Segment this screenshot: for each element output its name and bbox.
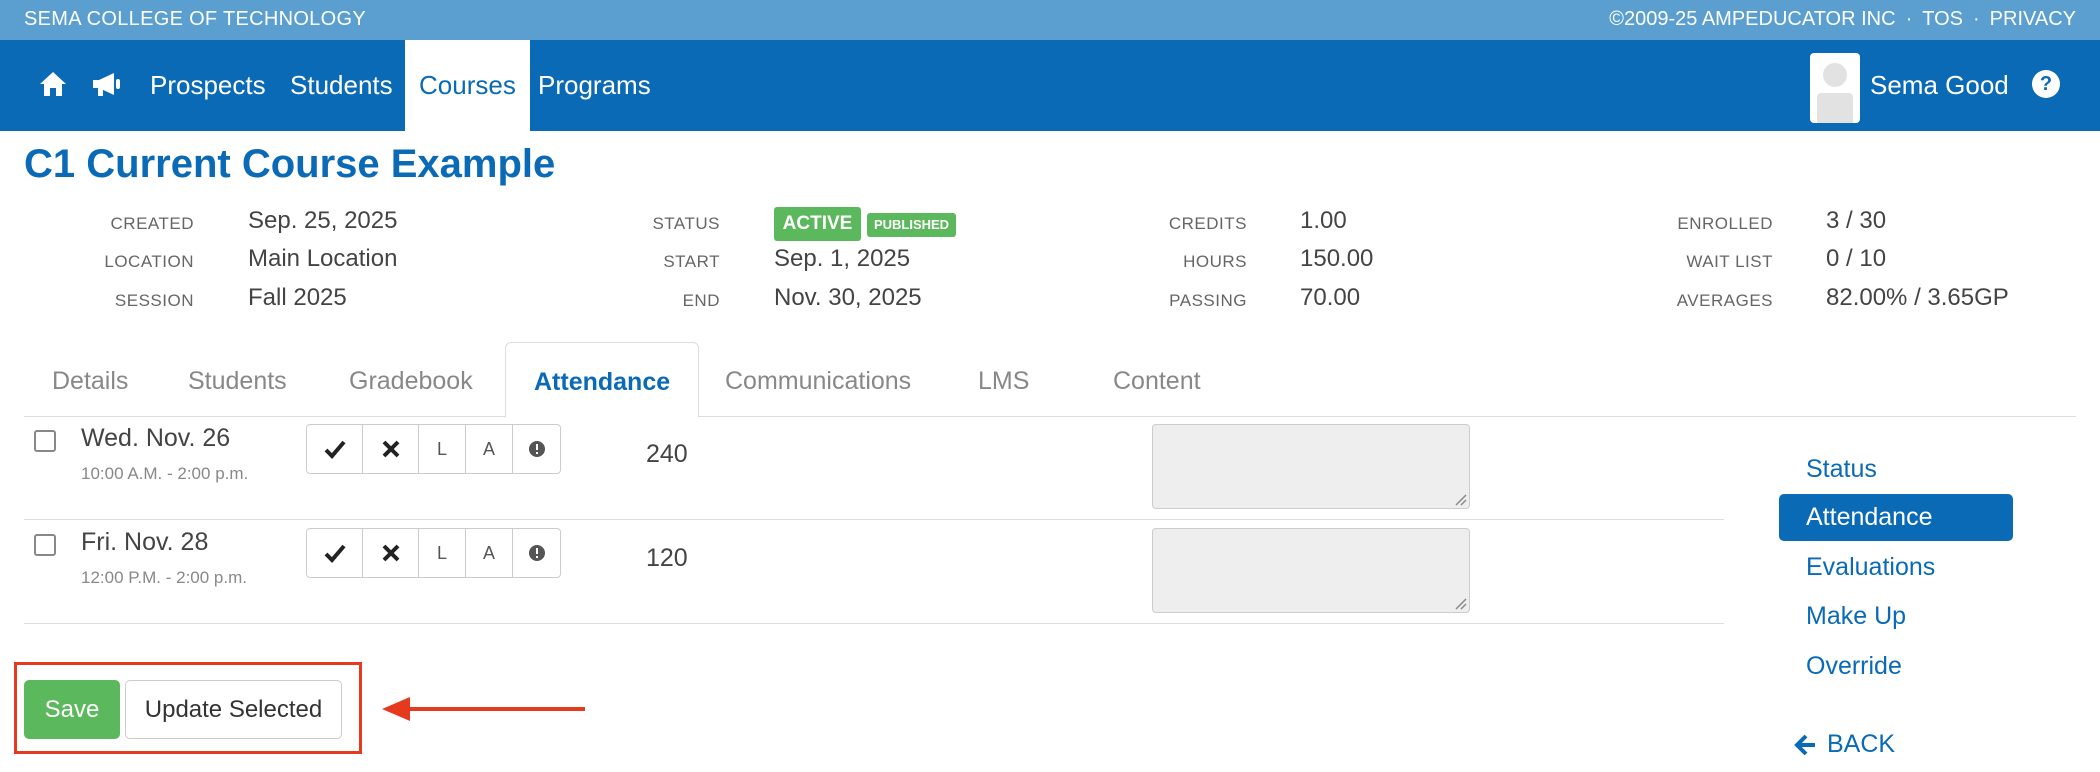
arrow-left-icon	[1794, 734, 1815, 755]
back-link[interactable]: BACK	[1793, 730, 1895, 759]
tab-gradebook[interactable]: Gradebook	[321, 342, 501, 417]
end-value: Nov. 30, 2025	[774, 284, 922, 311]
exclamation-circle-icon[interactable]	[513, 425, 560, 473]
row-checkbox[interactable]	[34, 534, 56, 556]
a-button[interactable]: A	[466, 529, 513, 577]
course-tabs: Details Students Gradebook Attendance Co…	[24, 342, 2076, 418]
nav-courses[interactable]: Courses	[405, 40, 530, 131]
separator: ·	[1973, 8, 1980, 30]
nav-programs[interactable]: Programs	[524, 40, 665, 131]
tab-details[interactable]: Details	[24, 342, 156, 417]
side-menu-status[interactable]: Status	[1779, 446, 2013, 493]
privacy-link[interactable]: PRIVACY	[1990, 8, 2076, 31]
tos-link[interactable]: TOS	[1922, 8, 1963, 31]
location-value: Main Location	[248, 245, 398, 272]
row-date: Fri. Nov. 28	[81, 528, 209, 556]
x-icon[interactable]	[363, 425, 419, 473]
credits-value: 1.00	[1300, 207, 1347, 234]
location-label: LOCATION	[104, 252, 194, 271]
late-button[interactable]: L	[419, 529, 466, 577]
waitlist-value: 0 / 10	[1826, 245, 1887, 272]
created-label: CREATED	[110, 214, 194, 233]
attendance-row: Wed. Nov. 26 10:00 A.M. - 2:00 p.m. L A …	[24, 416, 1724, 520]
attendance-button-group: L A	[306, 424, 561, 474]
nav-prospects[interactable]: Prospects	[136, 40, 280, 131]
check-icon[interactable]	[307, 529, 363, 577]
update-selected-button[interactable]: Update Selected	[125, 680, 342, 739]
user-name[interactable]: Sema Good	[1870, 40, 2009, 131]
hours-value: 150.00	[1300, 245, 1374, 272]
side-menu-override[interactable]: Override	[1779, 643, 2013, 690]
published-badge: PUBLISHED	[867, 213, 956, 237]
row-minutes: 240	[646, 440, 688, 468]
averages-label: AVERAGES	[1676, 291, 1773, 310]
waitlist-label: WAIT LIST	[1686, 252, 1773, 271]
enrolled-value: 3 / 30	[1826, 207, 1887, 234]
session-value: Fall 2025	[248, 284, 347, 311]
attendance-button-group: L A	[306, 528, 561, 578]
back-label: BACK	[1827, 730, 1896, 758]
row-minutes: 120	[646, 544, 688, 572]
passing-value: 70.00	[1300, 284, 1361, 311]
tab-students[interactable]: Students	[160, 342, 315, 417]
separator: ·	[1905, 8, 1913, 30]
side-menu-evaluations[interactable]: Evaluations	[1779, 544, 2013, 591]
home-icon[interactable]	[37, 68, 71, 102]
top-strip: SEMA COLLEGE OF TECHNOLOGY ©2009-25 AMPE…	[0, 0, 2100, 40]
created-value: Sep. 25, 2025	[248, 207, 398, 234]
start-label: START	[663, 252, 720, 271]
x-icon[interactable]	[363, 529, 419, 577]
megaphone-icon[interactable]	[90, 68, 124, 102]
save-button[interactable]: Save	[24, 680, 120, 739]
side-menu-attendance[interactable]: Attendance	[1779, 494, 2013, 541]
a-button[interactable]: A	[466, 425, 513, 473]
end-label: END	[682, 291, 720, 310]
tab-content[interactable]: Content	[1085, 342, 1229, 417]
question-circle-icon[interactable]: ?	[2032, 70, 2060, 98]
top-strip-links: ©2009-25 AMPEDUCATOR INC · TOS · PRIVACY	[1609, 8, 2076, 31]
school-name: SEMA COLLEGE OF TECHNOLOGY	[24, 8, 366, 30]
nav-students[interactable]: Students	[276, 40, 407, 131]
side-menu-make-up[interactable]: Make Up	[1779, 593, 2013, 640]
notes-textarea[interactable]	[1152, 528, 1470, 613]
credits-label: CREDITS	[1168, 214, 1247, 233]
averages-value: 82.00% / 3.65GP	[1826, 284, 2009, 311]
attendance-row: Fri. Nov. 28 12:00 P.M. - 2:00 p.m. L A …	[24, 520, 1724, 624]
arrow-left-annotation	[382, 697, 585, 721]
avatar[interactable]	[1810, 53, 1860, 123]
passing-label: PASSING	[1169, 291, 1247, 310]
status-badge: ACTIVE	[774, 207, 861, 241]
tab-communications[interactable]: Communications	[697, 342, 939, 417]
status-label: STATUS	[652, 214, 720, 233]
row-time: 12:00 P.M. - 2:00 p.m.	[81, 568, 247, 587]
tab-attendance[interactable]: Attendance	[505, 342, 700, 418]
copyright-text: ©2009-25 AMPEDUCATOR INC	[1609, 8, 1896, 30]
check-icon[interactable]	[307, 425, 363, 473]
notes-textarea[interactable]	[1152, 424, 1470, 509]
tab-lms[interactable]: LMS	[950, 342, 1057, 417]
late-button[interactable]: L	[419, 425, 466, 473]
enrolled-label: ENROLLED	[1677, 214, 1773, 233]
start-value: Sep. 1, 2025	[774, 245, 911, 272]
hours-label: HOURS	[1183, 252, 1247, 271]
session-label: SESSION	[114, 291, 194, 310]
row-date: Wed. Nov. 26	[81, 424, 231, 452]
row-checkbox[interactable]	[34, 430, 56, 452]
row-time: 10:00 A.M. - 2:00 p.m.	[81, 464, 249, 483]
exclamation-circle-icon[interactable]	[513, 529, 560, 577]
main-navbar: Prospects Students Courses Programs	[0, 40, 2100, 131]
page-title: C1 Current Course Example	[24, 142, 556, 186]
